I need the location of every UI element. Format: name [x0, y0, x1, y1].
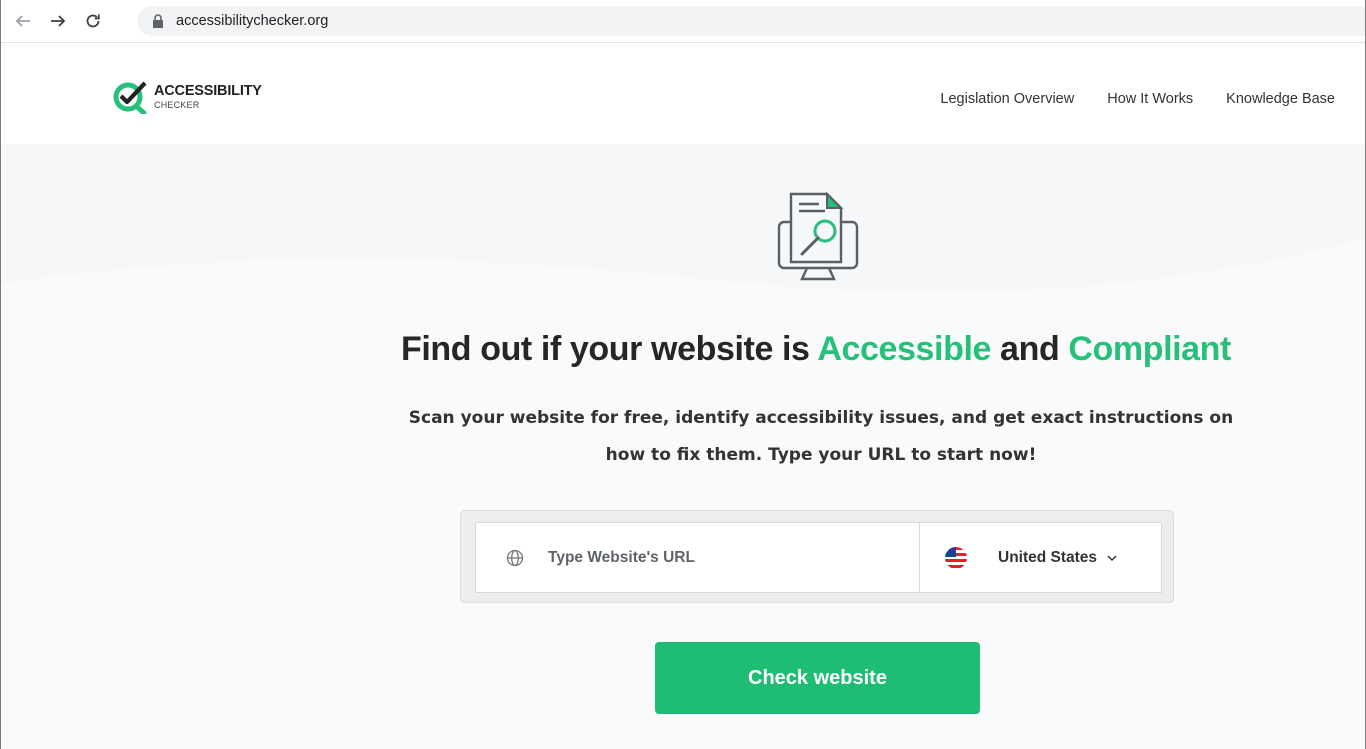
url-field[interactable] [475, 522, 920, 593]
address-bar[interactable]: accessibilitychecker.org [137, 6, 1365, 36]
globe-icon [506, 549, 524, 567]
checkmark-logo-icon [113, 81, 147, 114]
hero-section: Find out if your website is Accessible a… [1, 144, 1365, 749]
arrow-right-icon [51, 15, 66, 27]
hero-headline: Find out if your website is Accessible a… [1, 330, 1365, 369]
forward-button[interactable] [46, 9, 70, 33]
us-flag-icon [944, 546, 968, 570]
address-url[interactable]: accessibilitychecker.org [176, 13, 328, 29]
main-nav: Legislation Overview How It Works Knowle… [940, 91, 1335, 107]
nav-how-it-works[interactable]: How It Works [1107, 91, 1193, 107]
scan-form: United States [460, 510, 1174, 603]
country-label: United States [998, 548, 1098, 566]
nav-legislation-overview[interactable]: Legislation Overview [940, 91, 1074, 107]
site-logo[interactable]: ACCESSIBILITY CHECKER [112, 80, 262, 114]
logo-title: ACCESSIBILITY [154, 82, 262, 99]
reload-icon [86, 14, 100, 28]
headline-accent-accessible: Accessible [817, 330, 992, 368]
reload-button[interactable] [81, 9, 105, 33]
logo-text: ACCESSIBILITY CHECKER [154, 84, 262, 111]
back-button[interactable] [11, 9, 35, 33]
arrow-left-icon [15, 15, 30, 27]
lock-icon [152, 14, 166, 28]
hero-subtitle: Scan your website for free, identify acc… [381, 400, 1261, 474]
check-website-button[interactable]: Check website [655, 642, 980, 714]
headline-text-1: Find out if your website is [401, 330, 818, 368]
site-header: ACCESSIBILITY CHECKER Legislation Overvi… [1, 43, 1365, 144]
subtitle-line-1: Scan your website for free, identify acc… [408, 408, 1234, 428]
nav-knowledge-base[interactable]: Knowledge Base [1226, 91, 1335, 107]
chevron-down-icon [1106, 554, 1118, 562]
subtitle-line-2: how to fix them. Type your URL to start … [605, 445, 1037, 465]
headline-accent-compliant: Compliant [1068, 330, 1231, 368]
logo-subtitle: CHECKER [154, 100, 200, 111]
url-input[interactable] [546, 547, 890, 568]
browser-toolbar: accessibilitychecker.org [1, 0, 1365, 43]
document-search-monitor-icon [777, 191, 859, 281]
headline-text-2: and [991, 330, 1069, 368]
country-select[interactable]: United States [919, 522, 1162, 593]
